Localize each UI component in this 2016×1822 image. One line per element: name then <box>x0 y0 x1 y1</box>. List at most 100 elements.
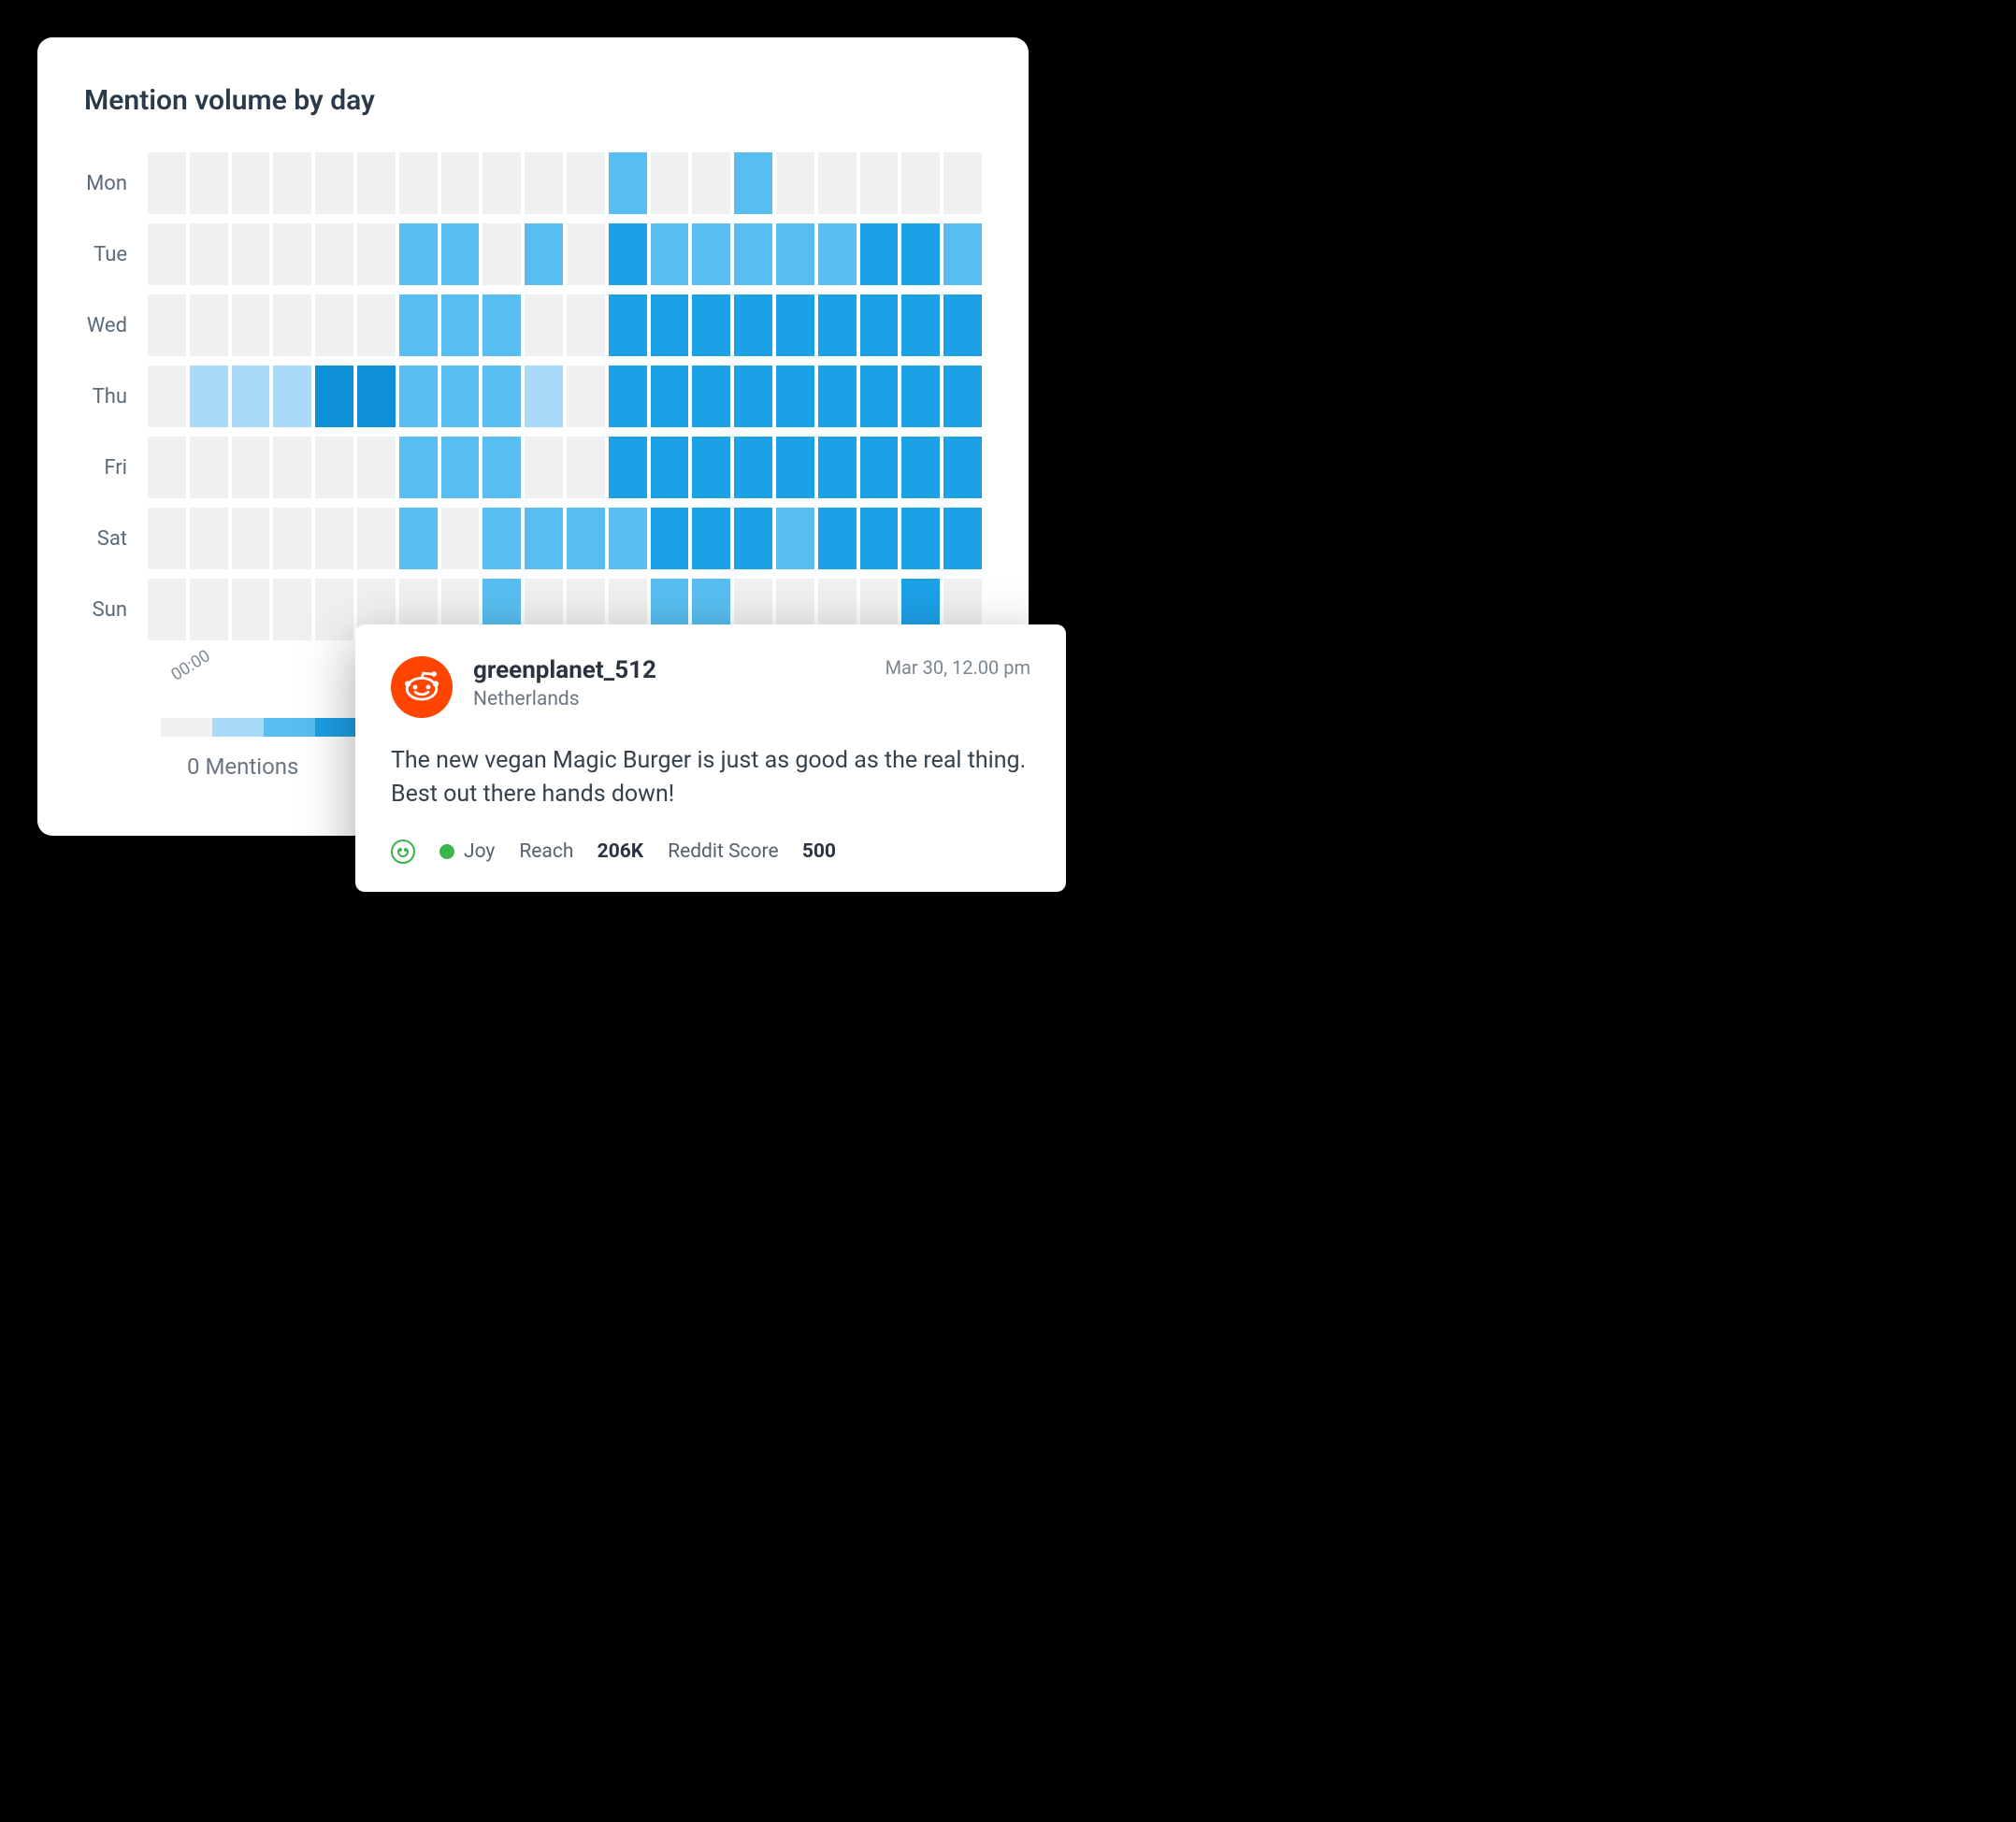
heatmap-cell[interactable] <box>357 223 396 285</box>
heatmap-cell[interactable] <box>692 508 730 569</box>
heatmap-cell[interactable] <box>567 152 605 214</box>
heatmap-cell[interactable] <box>315 437 353 498</box>
heatmap-cell[interactable] <box>148 579 186 640</box>
heatmap-cell[interactable] <box>441 152 480 214</box>
heatmap-cell[interactable] <box>651 294 689 356</box>
heatmap-cell[interactable] <box>692 294 730 356</box>
heatmap-cell[interactable] <box>148 152 186 214</box>
heatmap-cell[interactable] <box>273 294 311 356</box>
heatmap-cell[interactable] <box>734 437 772 498</box>
heatmap-cell[interactable] <box>232 152 270 214</box>
heatmap-cell[interactable] <box>776 223 814 285</box>
heatmap-cell[interactable] <box>651 366 689 427</box>
heatmap-cell[interactable] <box>525 294 563 356</box>
heatmap-cell[interactable] <box>525 223 563 285</box>
heatmap-cell[interactable] <box>901 437 940 498</box>
heatmap-cell[interactable] <box>273 437 311 498</box>
heatmap-cell[interactable] <box>357 294 396 356</box>
heatmap-cell[interactable] <box>901 223 940 285</box>
heatmap-cell[interactable] <box>232 294 270 356</box>
heatmap-cell[interactable] <box>482 294 521 356</box>
heatmap-cell[interactable] <box>734 366 772 427</box>
heatmap-cell[interactable] <box>482 508 521 569</box>
heatmap-cell[interactable] <box>651 152 689 214</box>
heatmap-cell[interactable] <box>525 152 563 214</box>
heatmap-cell[interactable] <box>692 366 730 427</box>
heatmap-cell[interactable] <box>525 437 563 498</box>
heatmap-cell[interactable] <box>273 366 311 427</box>
heatmap-cell[interactable] <box>525 366 563 427</box>
heatmap-cell[interactable] <box>190 152 228 214</box>
heatmap-cell[interactable] <box>441 366 480 427</box>
heatmap-cell[interactable] <box>232 366 270 427</box>
heatmap-cell[interactable] <box>232 437 270 498</box>
heatmap-cell[interactable] <box>441 223 480 285</box>
heatmap-cell[interactable] <box>148 437 186 498</box>
heatmap-cell[interactable] <box>190 437 228 498</box>
heatmap-cell[interactable] <box>399 223 438 285</box>
heatmap-cell[interactable] <box>273 152 311 214</box>
heatmap-cell[interactable] <box>818 152 857 214</box>
heatmap-cell[interactable] <box>818 294 857 356</box>
heatmap-cell[interactable] <box>776 508 814 569</box>
heatmap-cell[interactable] <box>232 223 270 285</box>
heatmap-cell[interactable] <box>273 508 311 569</box>
heatmap-cell[interactable] <box>901 366 940 427</box>
mention-username[interactable]: greenplanet_512 <box>473 656 865 684</box>
heatmap-cell[interactable] <box>357 437 396 498</box>
heatmap-cell[interactable] <box>609 294 647 356</box>
heatmap-cell[interactable] <box>692 223 730 285</box>
heatmap-cell[interactable] <box>818 223 857 285</box>
heatmap-cell[interactable] <box>190 294 228 356</box>
heatmap-cell[interactable] <box>943 366 982 427</box>
heatmap-cell[interactable] <box>860 223 899 285</box>
heatmap-cell[interactable] <box>441 508 480 569</box>
heatmap-cell[interactable] <box>567 294 605 356</box>
heatmap-cell[interactable] <box>567 437 605 498</box>
heatmap-cell[interactable] <box>818 437 857 498</box>
heatmap-cell[interactable] <box>357 366 396 427</box>
heatmap-cell[interactable] <box>943 152 982 214</box>
heatmap-cell[interactable] <box>860 437 899 498</box>
heatmap-cell[interactable] <box>901 294 940 356</box>
heatmap-cell[interactable] <box>315 152 353 214</box>
heatmap-cell[interactable] <box>734 294 772 356</box>
heatmap-cell[interactable] <box>734 223 772 285</box>
heatmap-cell[interactable] <box>315 366 353 427</box>
heatmap-cell[interactable] <box>901 152 940 214</box>
heatmap-cell[interactable] <box>482 152 521 214</box>
heatmap-cell[interactable] <box>399 152 438 214</box>
heatmap-cell[interactable] <box>818 508 857 569</box>
heatmap-cell[interactable] <box>148 294 186 356</box>
heatmap-cell[interactable] <box>525 508 563 569</box>
heatmap-cell[interactable] <box>776 437 814 498</box>
heatmap-cell[interactable] <box>609 366 647 427</box>
heatmap-cell[interactable] <box>860 294 899 356</box>
heatmap-cell[interactable] <box>441 294 480 356</box>
heatmap-cell[interactable] <box>860 366 899 427</box>
heatmap-cell[interactable] <box>482 223 521 285</box>
heatmap-cell[interactable] <box>609 437 647 498</box>
heatmap-cell[interactable] <box>734 152 772 214</box>
heatmap-cell[interactable] <box>148 366 186 427</box>
heatmap-cell[interactable] <box>190 508 228 569</box>
heatmap-cell[interactable] <box>315 294 353 356</box>
heatmap-cell[interactable] <box>482 437 521 498</box>
heatmap-cell[interactable] <box>567 366 605 427</box>
heatmap-cell[interactable] <box>692 152 730 214</box>
heatmap-cell[interactable] <box>651 223 689 285</box>
heatmap-cell[interactable] <box>609 223 647 285</box>
heatmap-cell[interactable] <box>609 152 647 214</box>
heatmap-cell[interactable] <box>482 366 521 427</box>
heatmap-cell[interactable] <box>651 437 689 498</box>
heatmap-cell[interactable] <box>818 366 857 427</box>
heatmap-cell[interactable] <box>776 366 814 427</box>
heatmap-cell[interactable] <box>776 152 814 214</box>
heatmap-cell[interactable] <box>567 223 605 285</box>
heatmap-cell[interactable] <box>860 152 899 214</box>
heatmap-cell[interactable] <box>273 223 311 285</box>
heatmap-cell[interactable] <box>232 508 270 569</box>
heatmap-cell[interactable] <box>190 366 228 427</box>
heatmap-cell[interactable] <box>148 223 186 285</box>
heatmap-cell[interactable] <box>734 508 772 569</box>
